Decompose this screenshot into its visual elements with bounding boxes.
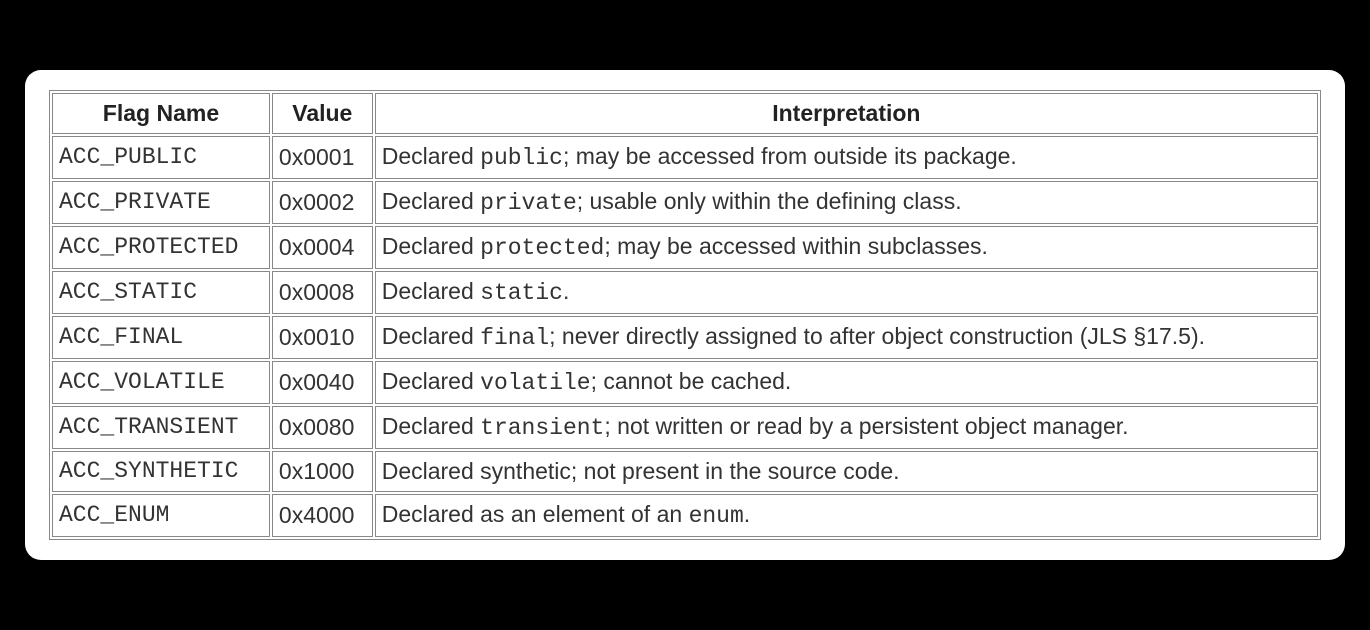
interp-text-pre: Declared [382,368,480,394]
cell-flag-name: ACC_SYNTHETIC [52,451,270,492]
interp-text-post: . [744,501,750,527]
cell-interpretation: Declared protected; may be accessed with… [375,226,1318,269]
cell-value: 0x0008 [272,271,373,314]
cell-interpretation: Declared as an element of an enum. [375,494,1318,537]
table-row: ACC_SYNTHETIC0x1000 Declared synthetic; n… [52,451,1318,492]
cell-value: 0x0040 [272,361,373,404]
cell-flag-name: ACC_PUBLIC [52,136,270,179]
interp-text-pre: Declared as an element of an [382,501,689,527]
interp-code: transient [480,415,604,441]
header-value: Value [272,93,373,134]
cell-value: 0x4000 [272,494,373,537]
interp-text-pre: Declared [382,278,480,304]
header-flag-name: Flag Name [52,93,270,134]
cell-value: 0x0001 [272,136,373,179]
cell-flag-name: ACC_VOLATILE [52,361,270,404]
cell-flag-name: ACC_ENUM [52,494,270,537]
cell-interpretation: Declared transient; not written or read … [375,406,1318,449]
cell-interpretation: Declared volatile; cannot be cached. [375,361,1318,404]
interp-text-post: ; usable only within the defining class. [577,188,962,214]
cell-value: 0x0002 [272,181,373,224]
cell-flag-name: ACC_PRIVATE [52,181,270,224]
cell-value: 0x0010 [272,316,373,359]
table-row: ACC_ENUM0x4000Declared as an element of … [52,494,1318,537]
interp-text-post: ; not written or read by a persistent ob… [604,413,1128,439]
table-row: ACC_PRIVATE0x0002Declared private; usabl… [52,181,1318,224]
interp-text-post: . [563,278,569,304]
cell-flag-name: ACC_STATIC [52,271,270,314]
interp-code: enum [689,503,744,529]
interp-text-post: ; cannot be cached. [591,368,792,394]
cell-interpretation: Declared final; never directly assigned … [375,316,1318,359]
interp-code: final [480,325,549,351]
interp-text-pre: Declared [382,188,480,214]
access-flags-table: Flag Name Value Interpretation ACC_PUBLI… [49,90,1321,540]
interp-code: static [480,280,563,306]
interp-text-pre: Declared [382,323,480,349]
cell-value: 0x1000 [272,451,373,492]
cell-value: 0x0004 [272,226,373,269]
table-row: ACC_TRANSIENT0x0080Declared transient; n… [52,406,1318,449]
interp-text-pre: Declared [382,233,480,259]
cell-interpretation: Declared public; may be accessed from ou… [375,136,1318,179]
cell-flag-name: ACC_PROTECTED [52,226,270,269]
interp-code: protected [480,235,604,261]
cell-interpretation: Declared synthetic; not present in the s… [375,451,1318,492]
interp-code: volatile [480,370,590,396]
interp-code: private [480,190,577,216]
interp-code: public [480,145,563,171]
interp-text-post: ; never directly assigned to after objec… [549,323,1205,349]
cell-value: 0x0080 [272,406,373,449]
table-row: ACC_VOLATILE0x0040Declared volatile; can… [52,361,1318,404]
header-interpretation: Interpretation [375,93,1318,134]
cell-interpretation: Declared private; usable only within the… [375,181,1318,224]
interp-text-post: ; may be accessed from outside its packa… [563,143,1017,169]
table-row: ACC_PUBLIC0x0001Declared public; may be … [52,136,1318,179]
table-row: ACC_PROTECTED0x0004Declared protected; m… [52,226,1318,269]
table-card: Flag Name Value Interpretation ACC_PUBLI… [25,70,1345,560]
table-row: ACC_STATIC0x0008Declared static. [52,271,1318,314]
interp-text-pre: Declared [382,143,480,169]
interp-text-pre: Declared [382,413,480,439]
table-row: ACC_FINAL0x0010Declared final; never dir… [52,316,1318,359]
cell-flag-name: ACC_TRANSIENT [52,406,270,449]
cell-flag-name: ACC_FINAL [52,316,270,359]
table-header-row: Flag Name Value Interpretation [52,93,1318,134]
interp-text-pre: Declared synthetic; not present in the s… [382,458,900,484]
interp-text-post: ; may be accessed within subclasses. [604,233,988,259]
cell-interpretation: Declared static. [375,271,1318,314]
